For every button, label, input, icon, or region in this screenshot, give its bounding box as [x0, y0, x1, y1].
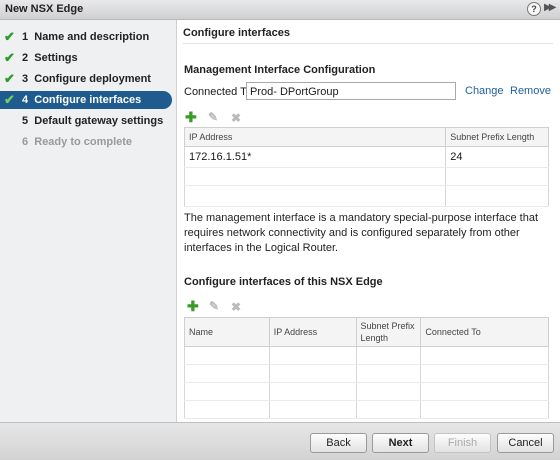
table-row[interactable]: [183, 185, 549, 207]
column-header-ip-address[interactable]: IP Address: [183, 127, 447, 147]
table-row[interactable]: [184, 346, 549, 365]
step-number: 6: [22, 136, 29, 148]
mgmt-interface-description: The management interface is a mandatory …: [184, 212, 539, 254]
delete-icon[interactable]: ✖: [231, 111, 241, 125]
help-icon[interactable]: ?: [527, 2, 541, 16]
column-header-name[interactable]: Name: [184, 317, 270, 347]
step-number: 3: [22, 73, 29, 85]
column-header-connected-to[interactable]: Connected To: [420, 317, 549, 347]
step-label: Configure interfaces: [34, 94, 142, 106]
column-header-subnet-prefix-length[interactable]: Subnet Prefix Length: [355, 317, 422, 347]
page-title: Configure interfaces: [183, 27, 290, 39]
edit-icon[interactable]: ✎: [209, 299, 219, 313]
edit-icon[interactable]: ✎: [208, 110, 218, 124]
table-cell: [355, 346, 422, 365]
back-button[interactable]: Back: [310, 433, 367, 453]
title-divider: [183, 43, 553, 44]
step-label: Name and description: [34, 31, 150, 43]
table-row[interactable]: [184, 382, 549, 401]
checkmark-icon: ✔: [4, 50, 15, 65]
edge-interfaces-heading: Configure interfaces of this NSX Edge: [184, 276, 383, 288]
table-cell: [268, 364, 357, 383]
table-header-row: IP Address Subnet Prefix Length: [183, 127, 549, 147]
step-ready-to-complete: 6 Ready to complete: [0, 133, 172, 151]
table-cell: [420, 400, 549, 419]
subnet-prefix-cell: 24: [445, 146, 549, 168]
step-label: Configure deployment: [34, 73, 151, 85]
checkmark-icon: ✔: [4, 92, 15, 107]
change-link[interactable]: Change: [465, 85, 504, 97]
step-name-and-description[interactable]: ✔ 1 Name and description: [0, 28, 172, 46]
table-cell: [184, 346, 270, 365]
dialog-title: New NSX Edge: [5, 3, 84, 15]
step-number: 1: [22, 31, 29, 43]
ip-address-cell: 172.16.1.51*: [183, 146, 447, 168]
connected-to-field[interactable]: Prod- DPortGroup: [246, 82, 456, 100]
expand-icon[interactable]: ▶▶: [544, 2, 557, 13]
mgmt-section-heading: Management Interface Configuration: [184, 64, 376, 76]
add-icon[interactable]: ✚: [187, 299, 199, 313]
step-label: Settings: [34, 52, 78, 64]
table-cell: [268, 382, 357, 401]
column-header-subnet-prefix-length[interactable]: Subnet Prefix Length: [445, 127, 549, 147]
step-label: Default gateway settings: [34, 115, 164, 127]
table-cell: [355, 400, 422, 419]
table-row[interactable]: [184, 400, 549, 419]
ip-address-cell: [183, 167, 447, 186]
table-cell: [184, 382, 270, 401]
table-row[interactable]: [184, 364, 549, 383]
finish-button: Finish: [434, 433, 491, 453]
table-cell: [355, 382, 422, 401]
table-cell: [420, 382, 549, 401]
step-label: Ready to complete: [34, 136, 133, 148]
dialog-titlebar: New NSX Edge ? ▶▶: [0, 0, 560, 20]
step-number: 5: [22, 115, 29, 127]
subnet-prefix-cell: [445, 185, 549, 207]
table-cell: [355, 364, 422, 383]
table-cell: [268, 400, 357, 419]
checkmark-icon: ✔: [4, 71, 15, 86]
remove-link[interactable]: Remove: [510, 85, 551, 97]
edge-interfaces-table: Name IP Address Subnet Prefix Length Con…: [184, 317, 549, 419]
delete-icon[interactable]: ✖: [231, 300, 241, 314]
table-cell: [184, 364, 270, 383]
step-number: 4: [22, 94, 29, 106]
checkmark-icon: ✔: [4, 29, 15, 44]
ip-address-cell: [183, 185, 447, 207]
table-cell: [420, 364, 549, 383]
table-cell: [268, 346, 357, 365]
table-cell: [420, 346, 549, 365]
step-default-gateway-settings[interactable]: 5 Default gateway settings: [0, 112, 172, 130]
step-configure-interfaces[interactable]: ✔ 4 Configure interfaces: [0, 91, 172, 109]
cancel-button[interactable]: Cancel: [497, 433, 554, 453]
step-settings[interactable]: ✔ 2 Settings: [0, 49, 172, 67]
subnet-prefix-cell: [445, 167, 549, 186]
column-header-ip-address[interactable]: IP Address: [268, 317, 357, 347]
mgmt-ip-table: IP Address Subnet Prefix Length 172.16.1…: [183, 127, 549, 207]
step-number: 2: [22, 52, 29, 64]
step-configure-deployment[interactable]: ✔ 3 Configure deployment: [0, 70, 172, 88]
table-row[interactable]: [183, 167, 549, 186]
add-icon[interactable]: ✚: [185, 110, 197, 124]
table-cell: [184, 400, 270, 419]
table-row[interactable]: 172.16.1.51* 24: [183, 146, 549, 168]
wizard-steps-sidebar: ✔ 1 Name and description ✔ 2 Settings ✔ …: [0, 20, 177, 422]
table-header-row: Name IP Address Subnet Prefix Length Con…: [184, 317, 549, 347]
next-button[interactable]: Next: [372, 433, 429, 453]
